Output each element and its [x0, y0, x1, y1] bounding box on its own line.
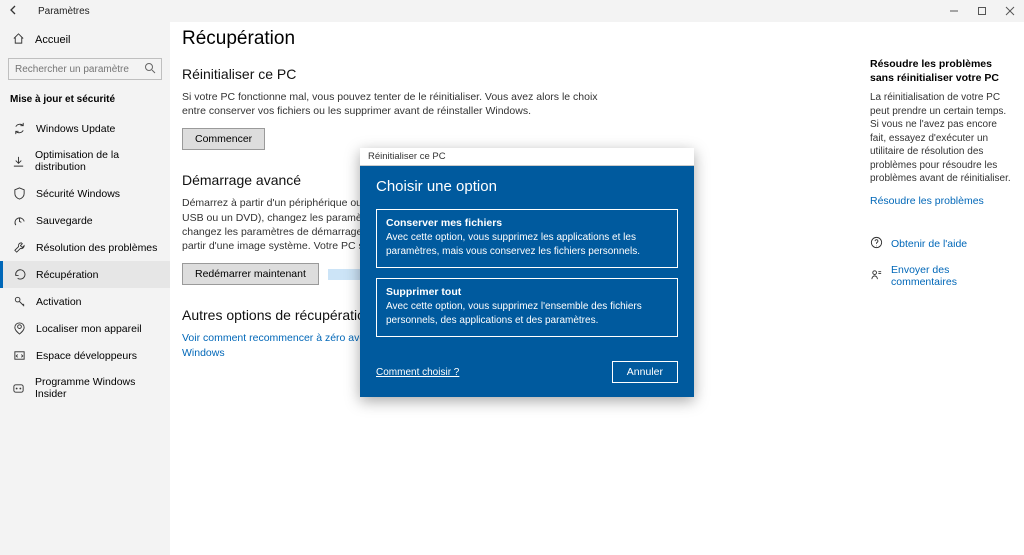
- minimize-button[interactable]: [940, 0, 968, 22]
- home-icon: [12, 32, 25, 48]
- option-keep-files[interactable]: Conserver mes fichiers Avec cette option…: [376, 209, 678, 268]
- dialog-title: Réinitialiser ce PC: [360, 148, 694, 166]
- nav-windows-update[interactable]: Windows Update: [0, 115, 170, 142]
- nav-recovery[interactable]: Récupération: [0, 261, 170, 288]
- nav-delivery-optimization[interactable]: Optimisation de la distribution: [0, 142, 170, 180]
- reset-dialog: Réinitialiser ce PC Choisir une option C…: [360, 148, 694, 397]
- option-remove-desc: Avec cette option, vous supprimez l'ense…: [386, 300, 668, 327]
- reset-start-button[interactable]: Commencer: [182, 128, 265, 150]
- feedback-link[interactable]: Envoyer des commentaires: [870, 264, 1014, 288]
- nav-backup[interactable]: Sauvegarde: [0, 207, 170, 234]
- search-input[interactable]: [8, 58, 162, 80]
- help-title: Résoudre les problèmes sans réinitialise…: [870, 58, 1014, 85]
- download-icon: [12, 155, 25, 168]
- window-title: Paramètres: [38, 6, 90, 17]
- nav-developers[interactable]: Espace développeurs: [0, 342, 170, 369]
- titlebar: Paramètres: [0, 0, 1024, 22]
- back-icon[interactable]: [8, 4, 20, 19]
- backup-icon: [12, 214, 26, 227]
- home-button[interactable]: Accueil: [0, 26, 170, 54]
- help-icon: [870, 236, 883, 252]
- nav-windows-security[interactable]: Sécurité Windows: [0, 180, 170, 207]
- maximize-button[interactable]: [968, 0, 996, 22]
- nav-troubleshoot[interactable]: Résolution des problèmes: [0, 234, 170, 261]
- get-help-link[interactable]: Obtenir de l'aide: [870, 236, 1014, 252]
- home-label: Accueil: [35, 34, 70, 46]
- help-body: La réinitialisation de votre PC peut pre…: [870, 91, 1014, 186]
- dialog-help-link[interactable]: Comment choisir ?: [376, 367, 459, 378]
- key-icon: [12, 295, 26, 308]
- sidebar: Accueil Mise à jour et sécurité Windows …: [0, 22, 170, 555]
- reset-heading: Réinitialiser ce PC: [182, 66, 844, 82]
- restart-now-button[interactable]: Redémarrer maintenant: [182, 263, 319, 285]
- option-remove-title: Supprimer tout: [386, 286, 668, 298]
- insider-icon: [12, 382, 25, 395]
- right-column: Résoudre les problèmes sans réinitialise…: [870, 22, 1024, 555]
- nav-group-label: Mise à jour et sécurité: [0, 90, 170, 115]
- dialog-heading: Choisir une option: [376, 178, 678, 195]
- page-title: Récupération: [182, 28, 844, 50]
- nav-insider[interactable]: Programme Windows Insider: [0, 369, 170, 407]
- option-keep-title: Conserver mes fichiers: [386, 217, 668, 229]
- feedback-icon: [870, 268, 883, 284]
- option-keep-desc: Avec cette option, vous supprimez les ap…: [386, 231, 668, 258]
- option-remove-everything[interactable]: Supprimer tout Avec cette option, vous s…: [376, 278, 678, 337]
- close-button[interactable]: [996, 0, 1024, 22]
- search-icon: [144, 62, 156, 77]
- recovery-icon: [12, 268, 26, 281]
- sync-icon: [12, 122, 26, 135]
- dialog-cancel-button[interactable]: Annuler: [612, 361, 678, 383]
- reset-desc: Si votre PC fonctionne mal, vous pouvez …: [182, 90, 622, 118]
- code-icon: [12, 349, 26, 362]
- shield-icon: [12, 187, 26, 200]
- location-icon: [12, 322, 26, 335]
- troubleshoot-link[interactable]: Résoudre les problèmes: [870, 194, 1014, 209]
- nav-find-device[interactable]: Localiser mon appareil: [0, 315, 170, 342]
- nav-activation[interactable]: Activation: [0, 288, 170, 315]
- wrench-icon: [12, 241, 26, 254]
